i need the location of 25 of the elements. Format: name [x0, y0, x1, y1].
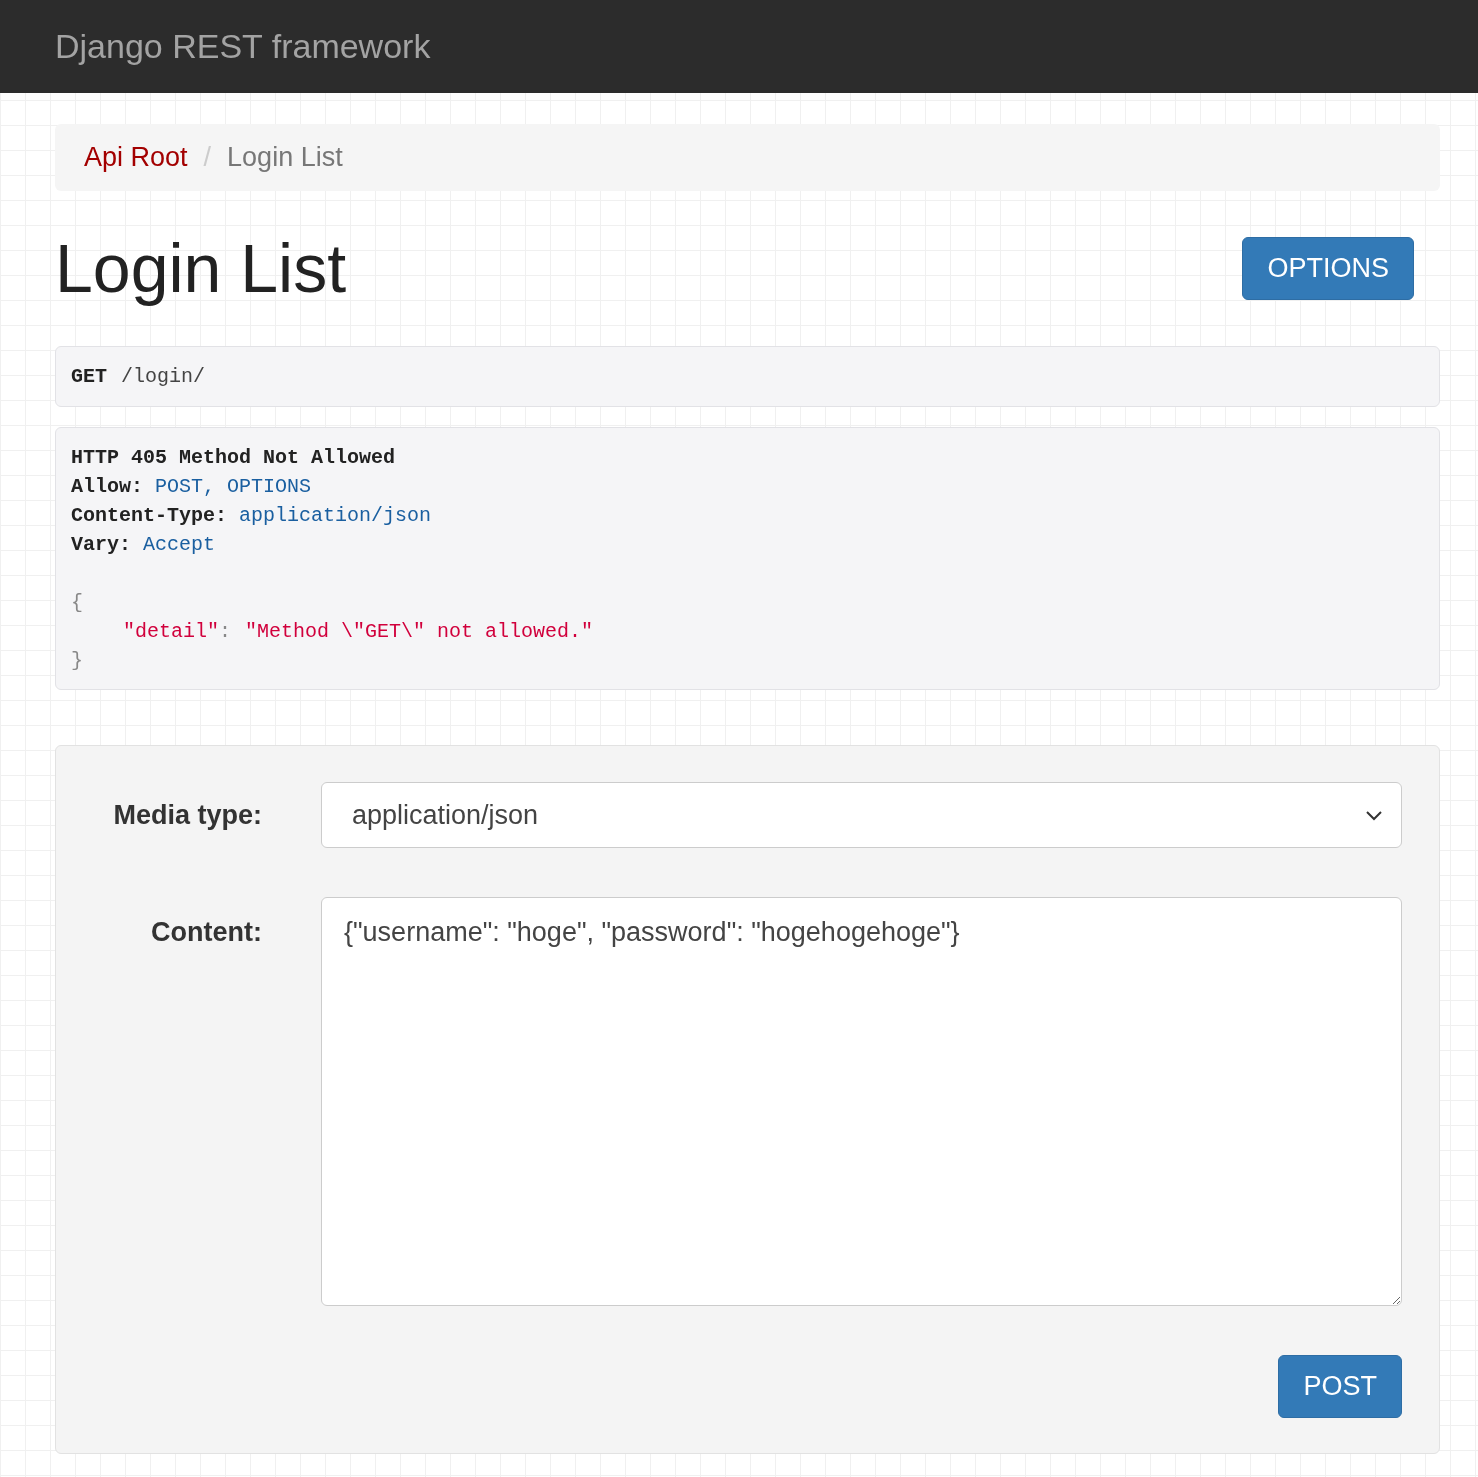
- header-value: Accept: [143, 532, 216, 558]
- status-line: HTTP 405 Method Not Allowed: [71, 445, 396, 471]
- field-label: Media type:: [112, 798, 262, 832]
- content-textarea[interactable]: {"username": "hoge", "password": "hogehogehoge"}: [321, 897, 1402, 1306]
- brand-link[interactable]: Django REST framework: [55, 21, 431, 72]
- breadcrumb-link[interactable]: Login List: [227, 137, 343, 178]
- post-button[interactable]: POST: [1278, 1355, 1402, 1418]
- json-key: "detail": [123, 617, 219, 646]
- header-name: Content-Type:: [71, 503, 228, 529]
- json-brace: {: [71, 590, 83, 616]
- header-name: Allow:: [71, 474, 143, 500]
- json-value: "Method \"GET\" not allowed.": [245, 619, 594, 645]
- field-label: Content:: [150, 916, 262, 949]
- request-path: /login/: [121, 363, 206, 390]
- header-value: application/json: [239, 503, 432, 529]
- options-button[interactable]: OPTIONS: [1242, 236, 1414, 300]
- header-value: POST, OPTIONS: [155, 474, 312, 500]
- breadcrumb-link[interactable]: Api Root: [84, 137, 188, 178]
- media-type-select[interactable]: application/json: [321, 782, 1402, 848]
- chevron-down-icon: [1365, 809, 1383, 821]
- breadcrumb-separator: /: [203, 141, 212, 175]
- json-colon: :: [219, 619, 232, 645]
- header-name: Vary:: [71, 532, 131, 558]
- request-method: GET: [71, 363, 107, 390]
- json-brace: }: [71, 648, 83, 674]
